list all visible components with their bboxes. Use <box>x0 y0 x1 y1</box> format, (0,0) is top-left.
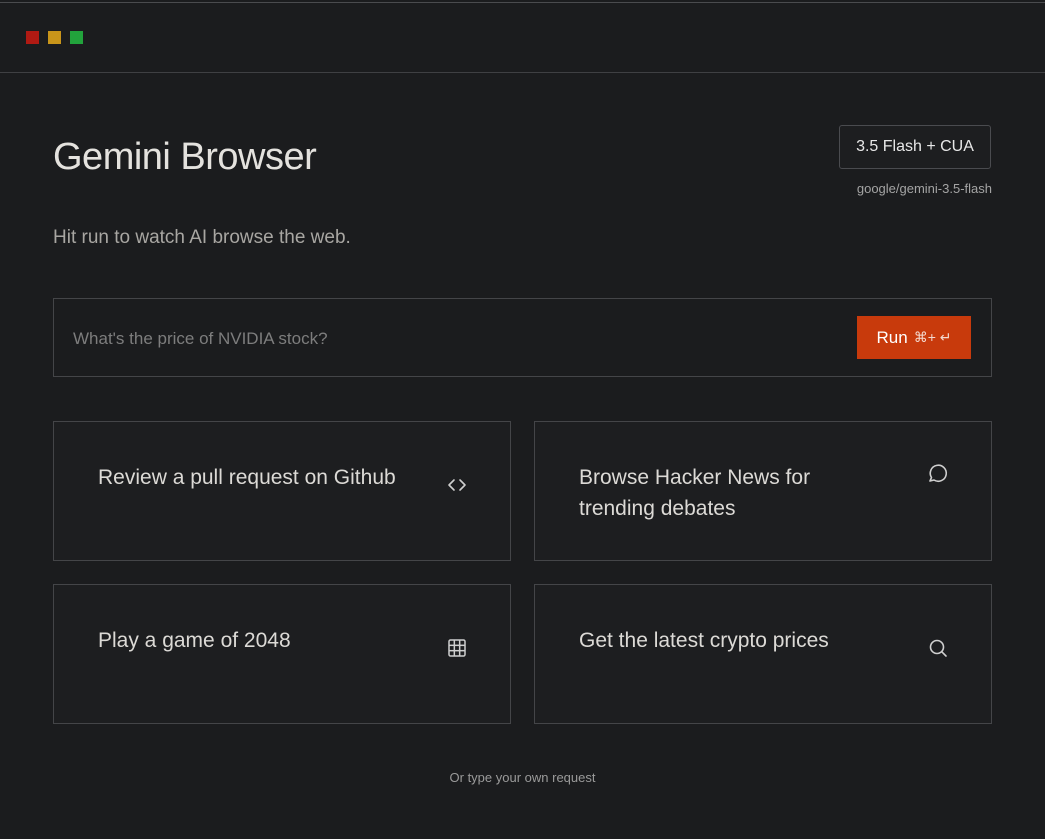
maximize-window-button[interactable] <box>70 31 83 44</box>
model-selector-button[interactable]: 3.5 Flash + CUA <box>839 125 991 169</box>
page-title: Gemini Browser <box>53 136 317 178</box>
grid-icon <box>446 637 468 659</box>
search-input[interactable] <box>71 299 835 378</box>
suggestion-label: Play a game of 2048 <box>98 629 291 652</box>
run-button-label: Run <box>876 327 908 347</box>
suggestion-label: Get the latest crypto prices <box>579 629 829 652</box>
title-bar <box>0 3 1045 73</box>
model-id-label: google/gemini-3.5-flash <box>856 181 992 196</box>
suggestion-card-crypto[interactable]: Get the latest crypto prices <box>534 584 992 724</box>
close-window-button[interactable] <box>26 31 39 44</box>
suggestion-label: Review a pull request on Github <box>98 466 396 489</box>
app-window: Gemini Browser 3.5 Flash + CUA google/ge… <box>0 0 1045 839</box>
suggestion-card-2048[interactable]: Play a game of 2048 <box>53 584 511 724</box>
chat-bubble-icon <box>927 462 949 484</box>
suggestion-card-hacker-news[interactable]: Browse Hacker News for trending debates <box>534 421 992 561</box>
search-bar: Run ⌘+ ↵ <box>53 298 992 378</box>
minimize-window-button[interactable] <box>48 31 61 44</box>
search-icon <box>927 637 949 659</box>
suggestion-card-github[interactable]: Review a pull request on Github <box>53 421 511 561</box>
run-button[interactable]: Run ⌘+ ↵ <box>857 316 971 359</box>
page-subtitle: Hit run to watch AI browse the web. <box>53 227 351 248</box>
footer-hint: Or type your own request <box>449 770 596 785</box>
code-icon <box>446 474 468 496</box>
suggestion-label: Browse Hacker News for trending debates <box>579 466 811 520</box>
run-shortcut-hint: ⌘+ ↵ <box>913 329 952 345</box>
